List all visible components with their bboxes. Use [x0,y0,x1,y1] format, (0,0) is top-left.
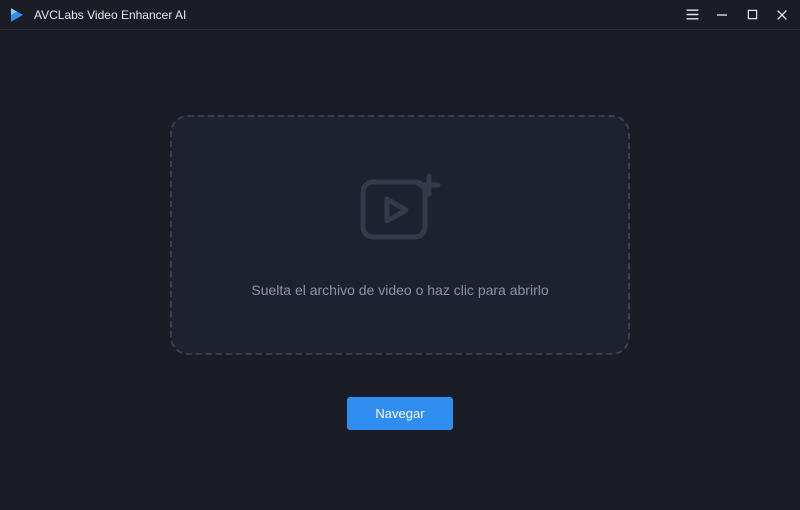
window-controls [684,7,790,23]
minimize-icon[interactable] [714,7,730,23]
close-icon[interactable] [774,7,790,23]
menu-icon[interactable] [684,7,700,23]
app-title: AVCLabs Video Enhancer AI [34,8,186,22]
video-add-icon [357,173,443,248]
browse-button[interactable]: Navegar [347,397,452,430]
dropzone[interactable]: Suelta el archivo de video o haz clic pa… [170,115,630,355]
dropzone-text: Suelta el archivo de video o haz clic pa… [251,282,548,298]
main-area: Suelta el archivo de video o haz clic pa… [0,30,800,510]
titlebar: AVCLabs Video Enhancer AI [0,0,800,30]
titlebar-left: AVCLabs Video Enhancer AI [8,6,186,24]
app-logo-icon [8,6,26,24]
maximize-icon[interactable] [744,7,760,23]
